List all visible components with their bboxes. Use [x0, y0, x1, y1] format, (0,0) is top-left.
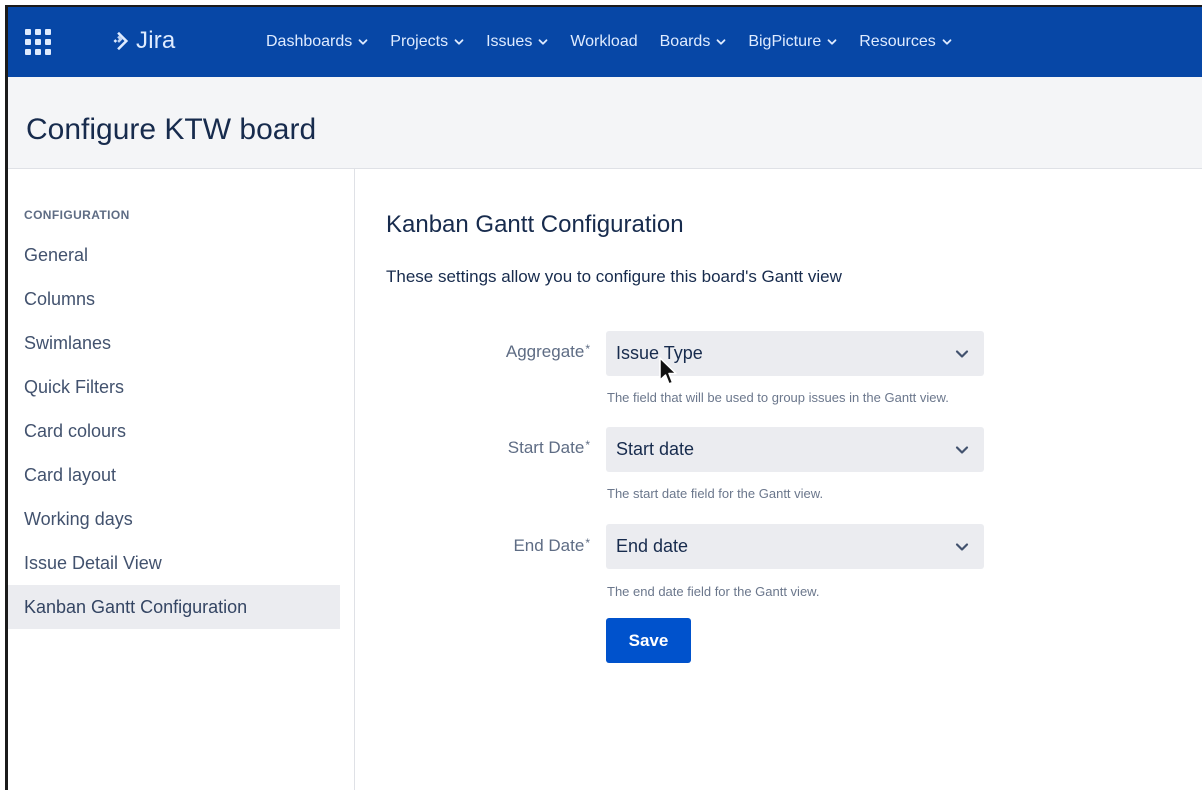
jira-logo[interactable]: Jira — [108, 27, 175, 55]
sidebar-item-general[interactable]: General — [8, 233, 340, 277]
chevron-down-icon — [358, 39, 368, 45]
page-header: Configure KTW board — [8, 77, 1202, 169]
section-description: These settings allow you to configure th… — [386, 267, 842, 286]
sidebar-item-issue-detail-view[interactable]: Issue Detail View — [8, 541, 340, 585]
start-date-select[interactable]: Start date — [606, 427, 984, 472]
sidebar-item-card-layout[interactable]: Card layout — [8, 453, 340, 497]
chevron-down-icon — [538, 39, 548, 45]
required-mark: * — [585, 438, 590, 452]
jira-logo-icon — [113, 31, 129, 51]
nav-item-label: Projects — [390, 33, 449, 50]
nav-item-label: BigPicture — [748, 33, 822, 50]
chevron-down-icon — [955, 542, 969, 551]
sidebar-item-kanban-gantt-configuration[interactable]: Kanban Gantt Configuration — [8, 585, 340, 629]
chevron-down-icon — [827, 39, 837, 45]
sidebar-item-swimlanes[interactable]: Swimlanes — [8, 321, 340, 365]
chevron-down-icon — [454, 39, 464, 45]
start-date-help: The start date field for the Gantt view. — [607, 486, 824, 501]
nav-menu: Dashboards Projects Issues Workload Boar… — [255, 7, 963, 77]
aggregate-label: Aggregate* — [386, 342, 590, 362]
nav-item-boards[interactable]: Boards — [649, 7, 738, 77]
nav-item-dashboards[interactable]: Dashboards — [255, 7, 379, 77]
aggregate-help: The field that will be used to group iss… — [607, 390, 949, 405]
nav-item-bigpicture[interactable]: BigPicture — [737, 7, 848, 77]
field-label-text: Aggregate — [505, 342, 585, 361]
chevron-down-icon — [942, 39, 952, 45]
nav-item-label: Issues — [486, 33, 533, 50]
save-button[interactable]: Save — [606, 618, 691, 663]
end-date-help: The end date field for the Gantt view. — [607, 584, 820, 599]
field-label-text: End Date — [513, 536, 585, 555]
nav-item-label: Boards — [659, 33, 711, 50]
logo-text: Jira — [136, 27, 176, 54]
nav-item-label: Dashboards — [266, 33, 353, 50]
section-title: Kanban Gantt Configuration — [386, 211, 684, 238]
select-value: Start date — [616, 439, 695, 459]
chevron-down-icon — [955, 445, 969, 454]
sidebar-item-card-colours[interactable]: Card colours — [8, 409, 340, 453]
sidebar-heading: CONFIGURATION — [24, 208, 130, 222]
end-date-label: End Date* — [386, 536, 590, 556]
chevron-down-icon — [955, 349, 969, 358]
mouse-pointer-icon — [659, 357, 677, 385]
nav-item-workload[interactable]: Workload — [559, 7, 648, 77]
main-content: Kanban Gantt Configuration These setting… — [386, 169, 1202, 790]
field-label-text: Start Date — [507, 438, 585, 457]
end-date-select[interactable]: End date — [606, 524, 984, 569]
start-date-label: Start Date* — [386, 438, 590, 458]
sidebar-item-working-days[interactable]: Working days — [8, 497, 340, 541]
nav-item-label: Workload — [570, 33, 638, 50]
required-mark: * — [585, 342, 590, 356]
config-sidebar: CONFIGURATION General Columns Swimlanes … — [8, 169, 355, 790]
app-switcher-grid-icon[interactable] — [25, 29, 51, 55]
sidebar-item-columns[interactable]: Columns — [8, 277, 340, 321]
sidebar-list: General Columns Swimlanes Quick Filters … — [8, 233, 340, 629]
page-title: Configure KTW board — [26, 113, 317, 146]
nav-item-resources[interactable]: Resources — [848, 7, 962, 77]
chevron-down-icon — [716, 39, 726, 45]
nav-item-projects[interactable]: Projects — [379, 7, 475, 77]
sidebar-item-quick-filters[interactable]: Quick Filters — [8, 365, 340, 409]
select-value: End date — [616, 536, 689, 556]
nav-item-label: Resources — [859, 33, 936, 50]
nav-item-issues[interactable]: Issues — [475, 7, 559, 77]
required-mark: * — [585, 536, 590, 550]
top-navigation: Jira Dashboards Projects Issues Workload… — [8, 7, 1202, 77]
